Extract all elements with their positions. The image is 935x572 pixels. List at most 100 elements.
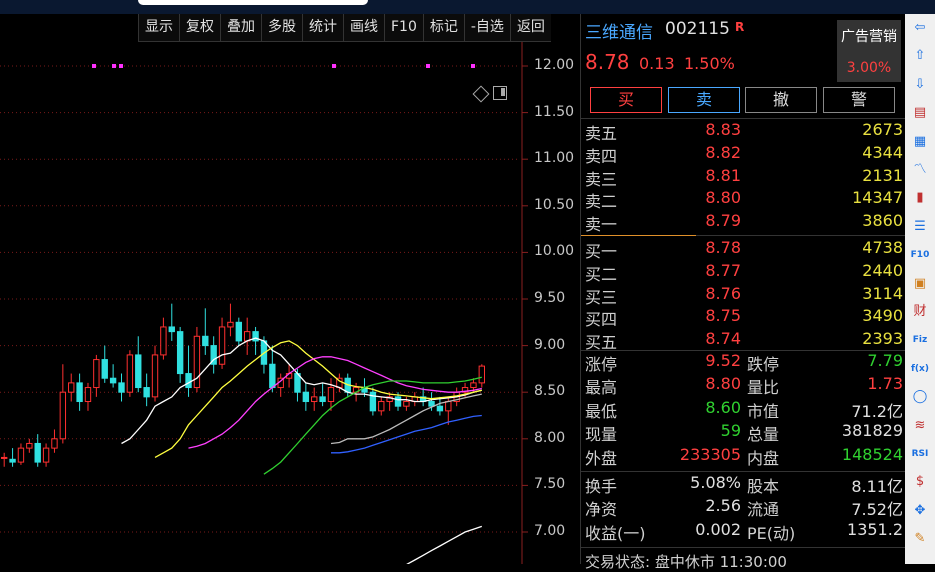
divider bbox=[581, 471, 906, 472]
circle-icon[interactable]: ◯ bbox=[909, 387, 931, 407]
stat-label: 量比 bbox=[747, 378, 780, 398]
chart-toolbar: 显示 复权 叠加 多股 统计 画线 F10 标记 -自选 返回 bbox=[138, 14, 551, 42]
toolbar-item[interactable]: 叠加 bbox=[220, 14, 261, 42]
bid-row[interactable]: 买五 8.74 2393 bbox=[581, 329, 906, 352]
sector-change: 3.00% bbox=[846, 60, 892, 76]
alert-button[interactable]: 警 bbox=[823, 87, 895, 113]
stock-name[interactable]: 三维通信 bbox=[585, 18, 653, 43]
finance-icon[interactable]: 财 bbox=[909, 302, 931, 322]
f10-icon[interactable]: F10 bbox=[909, 245, 931, 265]
level-price: 8.75 bbox=[705, 306, 741, 326]
pen-icon[interactable]: ✎ bbox=[909, 529, 931, 549]
price-change-pct: 1.50% bbox=[684, 54, 735, 73]
moving-average-line bbox=[331, 414, 482, 454]
level-volume: 2673 bbox=[862, 120, 903, 139]
candle-body bbox=[176, 331, 184, 375]
toolbar-item[interactable]: 显示 bbox=[138, 14, 179, 42]
document-icon[interactable]: ▣ bbox=[909, 274, 931, 294]
rsi-icon[interactable]: RSI bbox=[909, 444, 931, 464]
ask-row[interactable]: 卖二 8.80 14347 bbox=[581, 188, 906, 211]
stat-label: 流通 bbox=[747, 500, 780, 520]
kline-chart[interactable]: 12.00 11.50 11.00 10.50 10.00 9.50 9.00 8.50 8.0… bbox=[0, 42, 580, 564]
toolbar-item[interactable]: 标记 bbox=[422, 14, 464, 42]
stat-label: 跌停 bbox=[747, 355, 780, 374]
stat-row: 最低 8.60 市值 71.2亿 bbox=[581, 398, 906, 421]
toolbar-item[interactable]: 多股 bbox=[261, 14, 302, 42]
panel-toggle-icon[interactable] bbox=[493, 86, 507, 100]
stat-label: 股本 bbox=[747, 477, 780, 496]
bid-row[interactable]: 买一 8.78 4738 bbox=[581, 238, 906, 261]
toolbar-item[interactable]: 复权 bbox=[179, 14, 220, 42]
candle-body bbox=[168, 326, 175, 333]
dollar-icon[interactable]: $ bbox=[909, 472, 931, 492]
line-chart-icon[interactable]: 〽 bbox=[909, 160, 931, 180]
report-icon[interactable]: ▤ bbox=[909, 103, 931, 123]
diamond-icon[interactable] bbox=[472, 85, 490, 103]
bid-row[interactable]: 买三 8.76 3114 bbox=[581, 284, 906, 307]
cancel-order-button[interactable]: 撤 bbox=[745, 87, 817, 113]
event-marker bbox=[332, 64, 336, 68]
ask-row[interactable]: 卖四 8.82 4344 bbox=[581, 143, 906, 166]
toolbar-item[interactable]: -自选 bbox=[463, 14, 510, 42]
bid-ask-divider bbox=[581, 235, 696, 236]
candle-icon[interactable]: ▮ bbox=[909, 188, 931, 208]
candle-body bbox=[394, 396, 402, 407]
sector-box[interactable]: 广告营销 3.00% bbox=[837, 20, 901, 82]
fiz-icon[interactable]: Fiz bbox=[909, 330, 931, 350]
level-label: 卖五 bbox=[585, 124, 618, 143]
ask-row[interactable]: 卖五 8.83 2673 bbox=[581, 120, 906, 143]
toolbar-item[interactable]: 统计 bbox=[302, 14, 343, 42]
toolbar-item[interactable]: 画线 bbox=[343, 14, 384, 42]
candle-body bbox=[445, 401, 452, 412]
move-icon[interactable]: ✥ bbox=[909, 501, 931, 521]
bid-row[interactable]: 买二 8.77 2440 bbox=[581, 261, 906, 284]
buy-button[interactable]: 买 bbox=[590, 87, 662, 113]
wave-icon[interactable]: ≋ bbox=[909, 416, 931, 436]
level-volume: 2440 bbox=[862, 260, 903, 280]
toolbar-item[interactable]: F10 bbox=[384, 14, 423, 42]
level-volume: 4344 bbox=[862, 142, 903, 162]
ask-row[interactable]: 卖一 8.79 3860 bbox=[581, 211, 906, 234]
level-price: 8.76 bbox=[705, 283, 741, 303]
stat-value: 7.52亿 bbox=[851, 500, 903, 520]
level-price: 8.83 bbox=[705, 120, 741, 139]
toolbar-item[interactable]: 返回 bbox=[509, 14, 551, 42]
stat-label: 内盘 bbox=[747, 448, 780, 468]
arrow-down-icon[interactable]: ⇩ bbox=[909, 75, 931, 95]
ask-row[interactable]: 卖三 8.81 2131 bbox=[581, 166, 906, 189]
sell-button[interactable]: 卖 bbox=[668, 87, 740, 113]
y-axis-label: 11.50 bbox=[534, 103, 575, 120]
arrow-left-icon[interactable]: ⇦ bbox=[909, 18, 931, 38]
level-volume: 3114 bbox=[862, 283, 903, 303]
margin-badge: R bbox=[735, 20, 745, 34]
candle-body bbox=[244, 331, 251, 342]
level-volume: 3860 bbox=[862, 211, 903, 231]
list-icon[interactable]: ☰ bbox=[909, 217, 931, 237]
candle-body bbox=[84, 387, 92, 403]
candle-body bbox=[302, 391, 310, 403]
stat-value: 233305 bbox=[679, 444, 741, 464]
kline-svg[interactable] bbox=[0, 42, 580, 564]
event-marker bbox=[112, 64, 116, 68]
arrow-up-icon[interactable]: ⇧ bbox=[909, 46, 931, 66]
stat-row: 现量 59 总量 381829 bbox=[581, 421, 906, 444]
candle-body bbox=[118, 382, 125, 393]
window-tab[interactable] bbox=[138, 0, 368, 5]
stat-row: 最高 8.80 量比 1.73 bbox=[581, 374, 906, 397]
y-axis-label: 11.00 bbox=[534, 150, 575, 167]
stat-value: 59 bbox=[720, 421, 741, 441]
level-label: 卖三 bbox=[585, 169, 618, 189]
stat-value: 8.11亿 bbox=[851, 477, 903, 496]
level-price: 8.78 bbox=[705, 238, 741, 257]
level-label: 买三 bbox=[585, 287, 618, 307]
candle-body bbox=[1, 456, 8, 459]
trading-status: 交易状态: 盘中休市 11:30:00 bbox=[585, 553, 787, 571]
y-axis-label: 10.00 bbox=[534, 243, 575, 260]
grid-icon[interactable]: ▦ bbox=[909, 132, 931, 152]
candle-body bbox=[93, 359, 100, 389]
stat-row: 外盘 233305 内盘 148524 bbox=[581, 445, 906, 468]
level-volume: 14347 bbox=[852, 188, 903, 208]
bid-row[interactable]: 买四 8.75 3490 bbox=[581, 306, 906, 329]
y-axis-label: 9.00 bbox=[534, 336, 566, 353]
formula-icon[interactable]: f(x) bbox=[909, 359, 931, 379]
